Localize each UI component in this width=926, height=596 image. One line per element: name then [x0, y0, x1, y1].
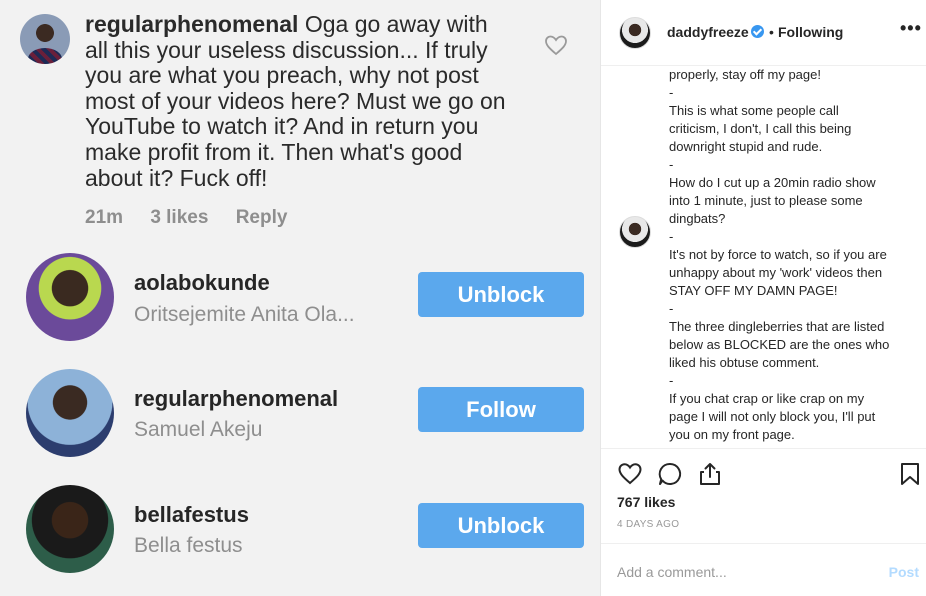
caption-line: - — [669, 157, 674, 172]
author-avatar[interactable] — [619, 17, 651, 49]
caption-avatar[interactable] — [619, 216, 651, 248]
user-username[interactable]: aolabokunde — [134, 270, 270, 296]
share-icon[interactable] — [697, 461, 723, 487]
user-fullname: Samuel Akeju — [134, 418, 263, 441]
user-username[interactable]: bellafestus — [134, 502, 249, 528]
caption-text: properly, stay off my page! - This is what… — [669, 66, 919, 444]
unblock-button[interactable]: Unblock — [418, 272, 584, 317]
user-row: regularphenomenal Samuel Akeju Follow — [0, 364, 600, 464]
caption-scroll-area[interactable]: properly, stay off my page! - This is what… — [601, 66, 926, 448]
post-actions: 767 likes 4 DAYS AGO Add a comment... Po… — [601, 448, 926, 596]
avatar[interactable] — [26, 485, 114, 573]
caption-line: into 1 minute, just to please some — [669, 193, 863, 208]
user-fullname: Oritsejemite Anita Ola... — [134, 303, 355, 326]
post-sidebar: daddyfreeze • Following ••• properly, st… — [600, 0, 926, 596]
caption-line: STAY OFF MY DAMN PAGE! — [669, 283, 838, 298]
header-separator: • — [769, 24, 774, 40]
verified-icon — [751, 25, 764, 38]
comment-text: Oga go away with all this your useless d… — [85, 11, 506, 191]
caption-line: unhappy about my 'work' videos then — [669, 265, 883, 280]
caption-line: This is what some people call — [669, 103, 839, 118]
avatar[interactable] — [26, 369, 114, 457]
comment-body: regularphenomenal Oga go away with all t… — [85, 11, 515, 191]
post-timestamp: 4 DAYS AGO — [617, 519, 680, 530]
caption-line: - — [669, 85, 674, 100]
caption-line: How do I cut up a 20min radio show — [669, 175, 876, 190]
post-comment-button[interactable]: Post — [889, 564, 919, 580]
likes-count[interactable]: 767 likes — [617, 494, 675, 510]
more-options-icon[interactable]: ••• — [900, 18, 922, 39]
caption-line: liked his obtuse comment. — [669, 355, 820, 370]
author-username[interactable]: daddyfreeze — [667, 24, 749, 40]
avatar[interactable] — [26, 253, 114, 341]
caption-line: - — [669, 229, 674, 244]
caption-line: below as BLOCKED are the ones who — [669, 337, 890, 352]
caption-line: It's not by force to watch, so if you ar… — [669, 247, 887, 262]
unblock-button[interactable]: Unblock — [418, 503, 584, 548]
comment-input[interactable]: Add a comment... — [617, 564, 727, 580]
user-row: aolabokunde Oritsejemite Anita Ola... Un… — [0, 248, 600, 348]
user-row: bellafestus Bella festus Unblock — [0, 480, 600, 580]
caption-line: downright stupid and rude. — [669, 139, 823, 154]
caption-line: page I will not only block you, I'll put — [669, 409, 876, 424]
add-comment-bar: Add a comment... Post — [601, 543, 926, 596]
bookmark-icon[interactable] — [897, 461, 923, 487]
comment-time: 21m — [85, 207, 124, 228]
user-username[interactable]: regularphenomenal — [134, 386, 338, 412]
comment-likes[interactable]: 3 likes — [150, 207, 208, 228]
comment-reply-link[interactable]: Reply — [236, 207, 288, 228]
comment-icon[interactable] — [657, 461, 683, 487]
like-heart-icon[interactable] — [617, 461, 643, 487]
caption-line: If you chat crap or like crap on my — [669, 391, 865, 406]
caption-line: - — [669, 301, 674, 316]
user-fullname: Bella festus — [134, 534, 243, 557]
caption-line: you on my front page. — [669, 427, 795, 442]
caption-line: criticism, I don't, I call this being — [669, 121, 852, 136]
comment-username[interactable]: regularphenomenal — [85, 11, 298, 37]
caption-line: dingbats? — [669, 211, 726, 226]
comment-avatar[interactable] — [20, 14, 70, 64]
caption-line: properly, stay off my page! — [669, 67, 821, 82]
caption-line: - — [669, 373, 674, 388]
comment-meta: 21m 3 likes Reply — [85, 207, 309, 229]
comment-like-heart-icon[interactable] — [544, 34, 568, 56]
left-screenshot-panel: regularphenomenal Oga go away with all t… — [0, 0, 600, 596]
caption-line: The three dingleberries that are listed — [669, 319, 885, 334]
post-header: daddyfreeze • Following ••• — [601, 0, 926, 66]
follow-button[interactable]: Follow — [418, 387, 584, 432]
following-button[interactable]: Following — [778, 24, 843, 40]
